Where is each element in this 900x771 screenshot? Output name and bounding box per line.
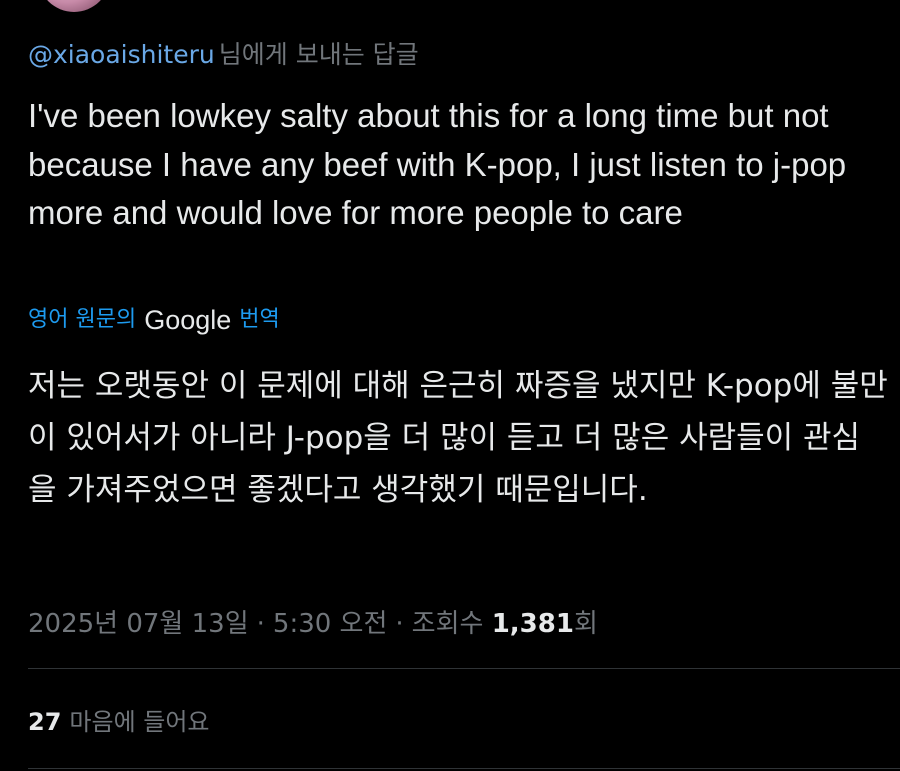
reply-to-suffix: 님에게 보내는 답글	[218, 40, 419, 69]
translation-attribution: 영어 원문의 Google 번역	[28, 302, 280, 338]
likes-summary[interactable]: 27 마음에 들어요	[28, 700, 210, 744]
translated-tweet-text: 저는 오랫동안 이 문제에 대해 은근히 짜증을 냈지만 K-pop에 불만이 …	[28, 368, 888, 508]
reply-to-line: @xiaoaishiteru 님에게 보내는 답글	[28, 38, 419, 72]
post-date-link[interactable]: 2025년 07월 13일	[28, 609, 249, 639]
tweet-metadata: 2025년 07월 13일 · 5:30 오전 · 조회수 1,381회	[28, 602, 598, 646]
translation-label[interactable]: 번역	[239, 302, 279, 338]
translation-source-label[interactable]: 영어 원문의	[28, 302, 136, 338]
google-logo: Google	[144, 305, 232, 335]
divider	[28, 768, 900, 769]
views-unit: 회	[573, 609, 598, 639]
likes-count: 27	[28, 708, 62, 736]
avatar[interactable]	[38, 0, 110, 12]
separator-dot: ·	[395, 609, 404, 639]
separator-dot: ·	[256, 609, 265, 639]
post-time[interactable]: 5:30 오전	[273, 609, 388, 639]
likes-label: 마음에 들어요	[69, 708, 210, 736]
views-label: 조회수	[411, 609, 484, 639]
divider	[28, 668, 900, 669]
tweet-text: I've been lowkey salty about this for a …	[28, 97, 847, 232]
views-count: 1,381	[491, 609, 574, 639]
reply-to-handle-link[interactable]: @xiaoaishiteru	[28, 40, 215, 69]
